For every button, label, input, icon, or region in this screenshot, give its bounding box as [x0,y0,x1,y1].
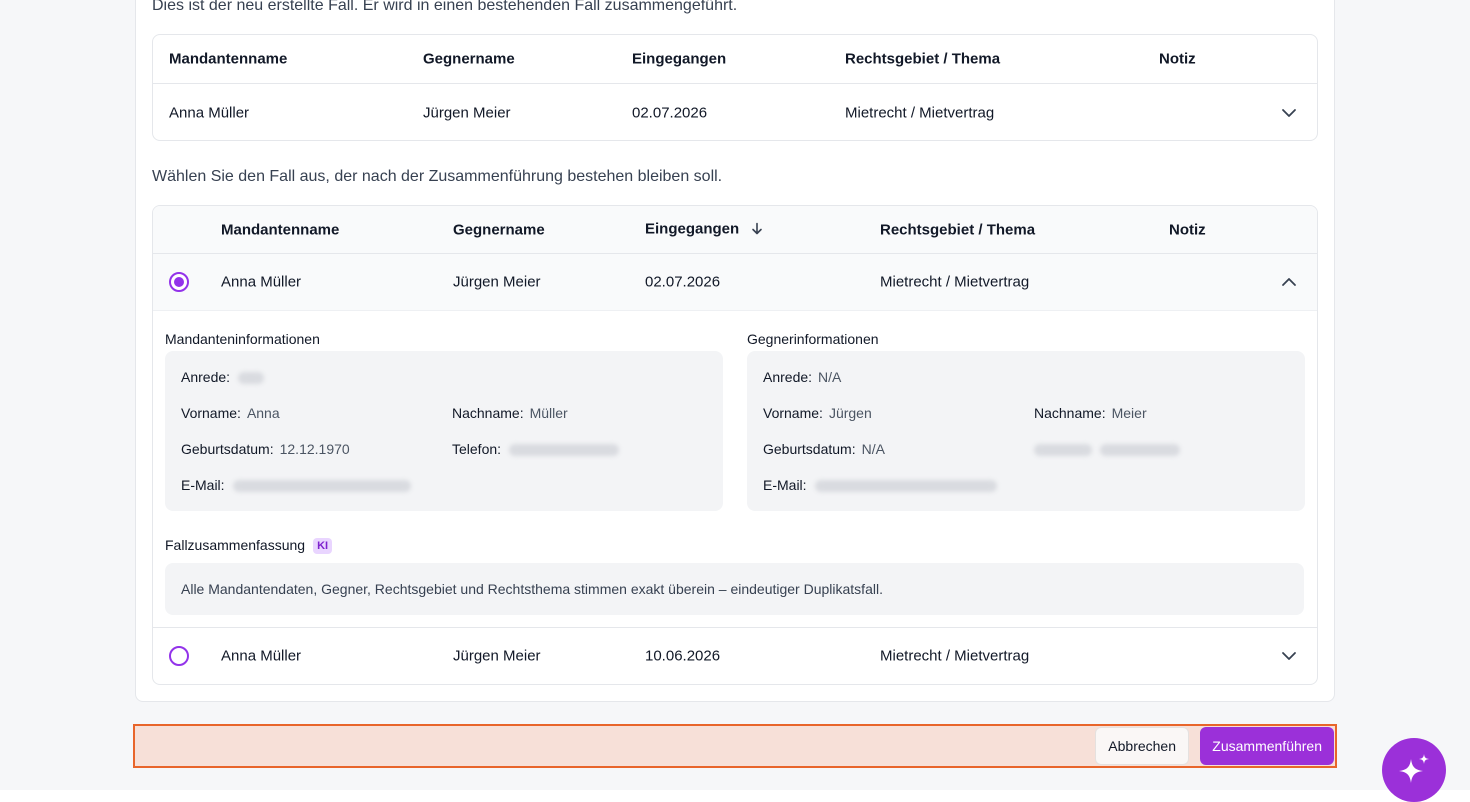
chevron-down-icon[interactable] [1281,648,1297,664]
col-received: Eingegangen [632,50,727,68]
client-info-title: Mandanteninformationen [165,331,320,347]
col-area[interactable]: Rechtsgebiet / Thema [880,221,1035,238]
client-salutation: Anrede: [181,369,265,385]
redacted-value [814,480,997,493]
col-received-label: Eingegangen [645,220,740,237]
action-footer: Abbrechen Zusammenführen [133,724,1337,768]
chevron-down-icon[interactable] [1281,105,1297,121]
chevron-up-icon[interactable] [1281,274,1297,290]
table-row[interactable]: Anna Müller Jürgen Meier 02.07.2026 Miet… [153,254,1317,311]
ai-assistant-button[interactable] [1382,738,1446,802]
col-note: Notiz [1159,50,1196,68]
received-date: 02.07.2026 [645,273,721,291]
client-phone: Telefon: [452,441,620,457]
page-bottom-strip [0,790,1470,802]
col-client: Mandantenname [169,50,288,68]
new-case-table-header: Mandantenname Gegnername Eingegangen Rec… [153,35,1317,84]
col-client[interactable]: Mandantenname [221,221,339,238]
client-name: Anna Müller [169,104,250,121]
case-radio-selected[interactable] [169,272,189,292]
received-date: 02.07.2026 [632,104,708,121]
opponent-name: Jürgen Meier [453,647,541,665]
select-instruction: Wählen Sie den Fall aus, der nach der Zu… [152,168,723,185]
opponent-name: Jürgen Meier [453,273,541,291]
opponent-birthdate: Geburtsdatum: N/A [763,441,885,457]
received-date: 10.06.2026 [645,647,721,665]
redacted-value [238,372,265,385]
case-radio[interactable] [169,646,189,666]
col-opponent[interactable]: Gegnername [453,221,545,238]
opponent-info-title: Gegnerinformationen [747,331,879,347]
arrow-down-icon [751,222,763,239]
col-received-sorted[interactable]: Eingegangen [645,220,763,239]
case-summary-label: Fallzusammenfassung [165,537,306,553]
redacted-value [509,444,620,457]
cancel-button[interactable]: Abbrechen [1095,727,1189,765]
opponent-redacted-field [1034,441,1180,457]
client-email: E-Mail: [181,477,411,493]
legal-area: Mietrecht / Mietvertrag [880,647,1030,665]
opponent-first-name: Vorname: Jürgen [763,405,872,421]
client-info-box: Anrede: Vorname: Anna Nachname: Müller Geb… [165,351,723,511]
client-name: Anna Müller [221,273,302,291]
merge-button[interactable]: Zusammenführen [1200,727,1334,765]
case-summary-box: Alle Mandantendaten, Gegner, Rechtsgebie… [165,563,1304,615]
client-last-name: Nachname: Müller [452,405,568,421]
client-birthdate: Geburtsdatum: 12.12.1970 [181,441,350,457]
opponent-salutation: Anrede: N/A [763,369,842,385]
legal-area: Mietrecht / Mietvertrag [880,273,1030,291]
case-summary-title: Fallzusammenfassung KI [165,537,333,554]
opponent-name: Jürgen Meier [423,104,511,121]
legal-area: Mietrecht / Mietvertrag [845,104,995,121]
client-first-name: Vorname: Anna [181,405,280,421]
opponent-last-name: Nachname: Meier [1034,405,1147,421]
ki-badge: KI [313,538,333,554]
intro-text: Dies ist der neu erstellte Fall. Er wird… [152,0,738,14]
table-row[interactable]: Anna Müller Jürgen Meier 10.06.2026 Miet… [153,627,1317,684]
existing-table-header: Mandantenname Gegnername Eingegangen Rec… [153,206,1317,254]
redacted-value [232,480,411,493]
client-name: Anna Müller [221,647,302,665]
case-summary-text: Alle Mandantendaten, Gegner, Rechtsgebie… [181,581,883,597]
col-opponent: Gegnername [423,50,515,68]
table-row: Anna Müller Jürgen Meier 02.07.2026 Miet… [153,84,1317,140]
col-note[interactable]: Notiz [1169,221,1206,238]
opponent-email: E-Mail: [763,477,997,493]
redacted-label [1034,444,1092,457]
new-case-table: Mandantenname Gegnername Eingegangen Rec… [152,34,1318,141]
redacted-value [1100,444,1180,457]
opponent-info-box: Anrede: N/A Vorname: Jürgen Nachname: Meier… [747,351,1305,511]
col-area: Rechtsgebiet / Thema [845,50,1001,68]
